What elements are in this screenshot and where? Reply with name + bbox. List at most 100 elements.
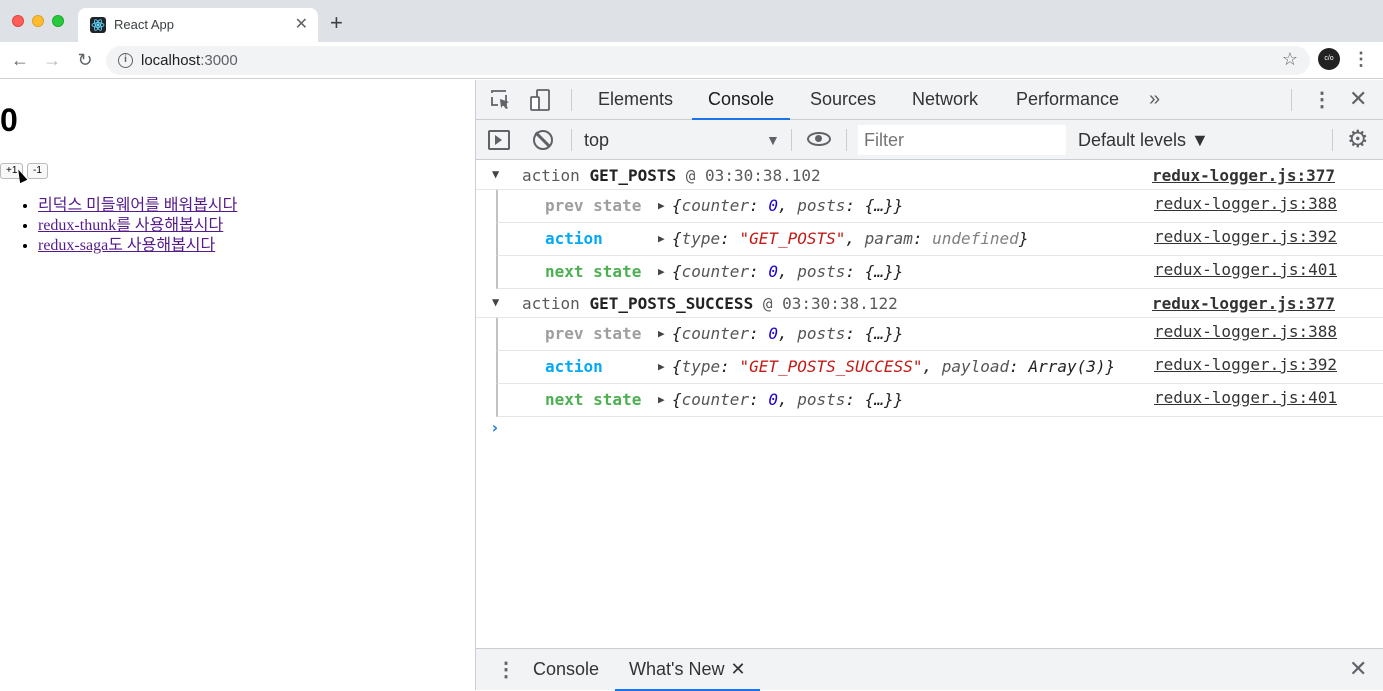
clear-console-icon[interactable] <box>533 130 553 150</box>
source-link[interactable]: redux-logger.js:401 <box>1154 260 1337 279</box>
log-object[interactable]: {type: "GET_POSTS", param: undefined} <box>672 229 1028 248</box>
log-row: prev state ▶ {counter: 0, posts: {…}} re… <box>496 318 1383 351</box>
tab-close-icon[interactable]: ✕ <box>295 14 308 34</box>
browser-tab-react-app[interactable]: React App ✕ <box>78 8 318 42</box>
settings-gear-icon[interactable]: ⚙ <box>1347 127 1369 153</box>
source-link[interactable]: redux-logger.js:401 <box>1154 388 1337 407</box>
show-sidebar-icon[interactable] <box>488 130 510 150</box>
expand-arrow-icon[interactable]: ▶ <box>658 360 665 373</box>
tab-sources[interactable]: Sources <box>810 80 876 120</box>
dropdown-arrow-icon[interactable]: ▼ <box>766 128 780 152</box>
live-expression-eye-icon[interactable] <box>807 132 831 146</box>
devtools-panel: Elements Console Sources Network Perform… <box>475 80 1383 691</box>
log-object[interactable]: {type: "GET_POSTS_SUCCESS", payload: Arr… <box>672 357 1115 376</box>
group-title: action GET_POSTS @ 03:30:38.102 <box>522 166 821 185</box>
collapse-triangle-icon[interactable]: ▼ <box>492 295 499 309</box>
info-icon[interactable]: i <box>118 53 133 68</box>
page-content: 0 +1 -1 리덕스 미들웨어를 배워봅시다 redux-thunk를 사용해… <box>0 80 475 690</box>
log-object[interactable]: {counter: 0, posts: {…}} <box>672 196 903 215</box>
reload-icon[interactable]: ↻ <box>73 48 97 72</box>
toolbar-divider <box>571 89 572 111</box>
browser-menu-icon[interactable]: ⋮ <box>1352 47 1370 71</box>
browser-toolbar: ← → ↻ i localhost:3000 ☆ c/o ⋮ <box>0 42 1383 79</box>
filter-input[interactable] <box>858 125 1066 155</box>
log-label: next state <box>545 390 642 409</box>
log-label: prev state <box>545 196 642 215</box>
tab-performance[interactable]: Performance <box>1016 80 1119 120</box>
console-prompt[interactable]: › <box>490 418 500 437</box>
source-link[interactable]: redux-logger.js:377 <box>1152 166 1335 185</box>
log-group-header[interactable]: ▼ action GET_POSTS @ 03:30:38.102 redux-… <box>476 160 1383 190</box>
source-link[interactable]: redux-logger.js:388 <box>1154 322 1337 341</box>
post-list: 리덕스 미들웨어를 배워봅시다 redux-thunk를 사용해봅시다 redu… <box>20 196 237 256</box>
console-output: ▼ action GET_POSTS @ 03:30:38.102 redux-… <box>476 160 1383 650</box>
toolbar-divider <box>1291 89 1292 111</box>
collapse-triangle-icon[interactable]: ▼ <box>492 167 499 181</box>
group-title: action GET_POSTS_SUCCESS @ 03:30:38.122 <box>522 294 898 313</box>
log-label: next state <box>545 262 642 281</box>
close-icon[interactable]: ✕ <box>730 659 745 679</box>
expand-arrow-icon[interactable]: ▶ <box>658 199 665 212</box>
tab-strip: React App ✕ + <box>0 0 1383 42</box>
devtools-tab-bar: Elements Console Sources Network Perform… <box>476 80 1383 120</box>
drawer-close-icon[interactable]: ✕ <box>1349 656 1367 682</box>
drawer-tab-console[interactable]: Console <box>533 649 599 691</box>
address-bar[interactable]: i localhost:3000 ☆ <box>106 46 1310 75</box>
log-label: action <box>545 229 603 248</box>
source-link[interactable]: redux-logger.js:377 <box>1152 294 1335 313</box>
expand-arrow-icon[interactable]: ▶ <box>658 393 665 406</box>
more-tabs-chevron-icon[interactable]: » <box>1149 88 1160 111</box>
toolbar-divider <box>846 129 847 151</box>
log-object[interactable]: {counter: 0, posts: {…}} <box>672 324 903 343</box>
post-link[interactable]: 리덕스 미들웨어를 배워봅시다 <box>38 197 237 214</box>
devtools-menu-icon[interactable]: ⋮ <box>1312 87 1332 112</box>
log-label: prev state <box>545 324 642 343</box>
post-link[interactable]: redux-thunk를 사용해봅시다 <box>38 217 223 234</box>
source-link[interactable]: redux-logger.js:392 <box>1154 227 1337 246</box>
log-row: action ▶ {type: "GET_POSTS_SUCCESS", pay… <box>496 351 1383 384</box>
post-link[interactable]: redux-saga도 사용해봅시다 <box>38 237 215 254</box>
source-link[interactable]: redux-logger.js:388 <box>1154 194 1337 213</box>
log-group-header[interactable]: ▼ action GET_POSTS_SUCCESS @ 03:30:38.12… <box>476 288 1383 318</box>
log-label: action <box>545 357 603 376</box>
console-toolbar: top ▼ Default levels ▼ ⚙ <box>476 120 1383 160</box>
list-item: redux-saga도 사용해봅시다 <box>38 236 237 256</box>
device-toolbar-icon[interactable] <box>530 89 552 111</box>
source-link[interactable]: redux-logger.js:392 <box>1154 355 1337 374</box>
log-row: next state ▶ {counter: 0, posts: {…}} re… <box>496 256 1383 289</box>
expand-arrow-icon[interactable]: ▶ <box>658 265 665 278</box>
new-tab-button[interactable]: + <box>330 12 343 34</box>
tab-elements[interactable]: Elements <box>598 80 673 120</box>
tab-title: React App <box>114 17 174 32</box>
log-row: next state ▶ {counter: 0, posts: {…}} re… <box>496 384 1383 417</box>
list-item: redux-thunk를 사용해봅시다 <box>38 216 237 236</box>
tab-network[interactable]: Network <box>912 80 978 120</box>
react-logo-icon <box>90 17 106 33</box>
log-object[interactable]: {counter: 0, posts: {…}} <box>672 262 903 281</box>
log-levels-select[interactable]: Default levels ▼ <box>1078 128 1209 152</box>
drawer-menu-icon[interactable]: ⋮ <box>496 657 516 682</box>
devtools-close-icon[interactable]: ✕ <box>1349 86 1367 112</box>
window-zoom-button[interactable] <box>52 15 64 27</box>
context-select[interactable]: top <box>584 128 784 152</box>
inspect-element-icon[interactable] <box>490 89 512 111</box>
log-object[interactable]: {counter: 0, posts: {…}} <box>672 390 903 409</box>
bookmark-star-icon[interactable]: ☆ <box>1282 49 1298 70</box>
expand-arrow-icon[interactable]: ▶ <box>658 232 665 245</box>
window-minimize-button[interactable] <box>32 15 44 27</box>
list-item: 리덕스 미들웨어를 배워봅시다 <box>38 196 237 216</box>
log-row: prev state ▶ {counter: 0, posts: {…}} re… <box>496 190 1383 223</box>
back-arrow-icon[interactable]: ← <box>8 48 32 72</box>
profile-avatar[interactable]: c/o <box>1318 48 1340 70</box>
url-text[interactable]: localhost:3000 <box>141 52 238 69</box>
toolbar-divider <box>791 129 792 151</box>
drawer-tab-whats-new[interactable]: What's New ✕ <box>615 649 760 691</box>
devtools-drawer: ⋮ Console What's New ✕ ✕ <box>476 648 1383 691</box>
forward-arrow-icon[interactable]: → <box>40 48 64 72</box>
window-close-button[interactable] <box>12 15 24 27</box>
counter-value: 0 <box>0 102 18 138</box>
decrement-button[interactable]: -1 <box>27 163 48 179</box>
tab-console[interactable]: Console <box>692 80 791 120</box>
toolbar-divider <box>1332 129 1333 151</box>
expand-arrow-icon[interactable]: ▶ <box>658 327 665 340</box>
